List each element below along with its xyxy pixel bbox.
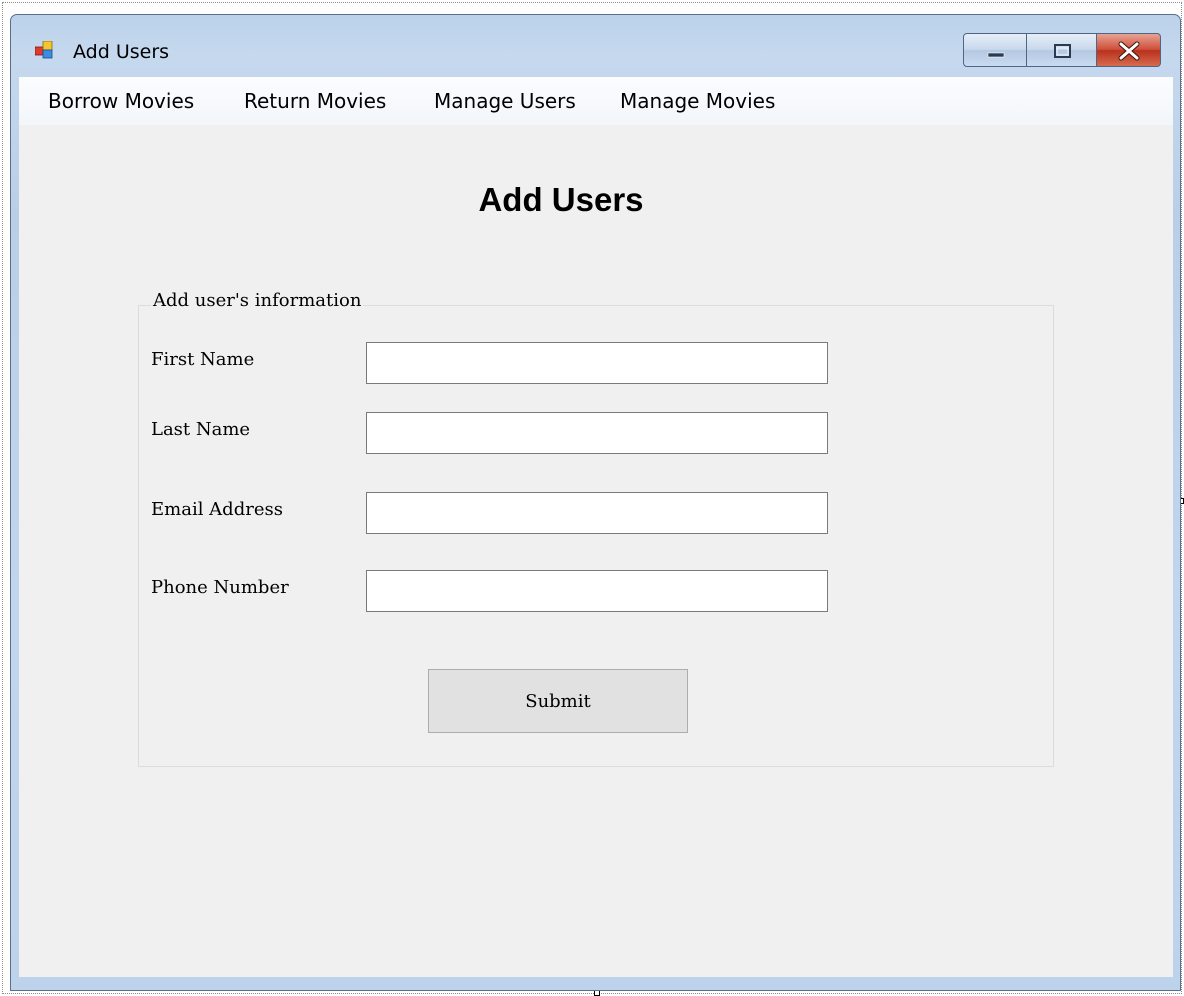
email-address-input[interactable]: [366, 492, 828, 534]
menu-borrow-movies[interactable]: Borrow Movies: [48, 89, 194, 113]
user-info-groupbox: Add user's information First Name Last N…: [138, 290, 1054, 767]
last-name-input[interactable]: [366, 412, 828, 454]
email-address-label: Email Address: [151, 499, 283, 520]
close-button[interactable]: [1097, 33, 1161, 67]
last-name-label: Last Name: [151, 419, 251, 440]
client-area: Borrow Movies Return Movies Manage Users…: [19, 77, 1173, 977]
submit-button[interactable]: Submit: [428, 669, 688, 733]
menu-manage-users[interactable]: Manage Users: [434, 89, 576, 113]
app-icon: [35, 41, 53, 59]
page-title: Add Users: [478, 181, 644, 218]
title-bar[interactable]: Add Users: [11, 15, 1180, 77]
first-name-label: First Name: [151, 349, 255, 370]
minimize-icon: [987, 52, 1005, 58]
window-title: Add Users: [73, 41, 170, 63]
close-icon: [1118, 41, 1140, 61]
maximize-button[interactable]: [1027, 33, 1097, 67]
minimize-button[interactable]: [963, 33, 1027, 67]
app-window: Add Users Borrow Movies Return Movies Ma…: [10, 14, 1181, 991]
first-name-input[interactable]: [366, 342, 828, 384]
maximize-icon: [1054, 44, 1071, 58]
groupbox-title: Add user's information: [151, 290, 364, 311]
phone-number-label: Phone Number: [151, 577, 289, 598]
menu-return-movies[interactable]: Return Movies: [244, 89, 386, 113]
menu-manage-movies[interactable]: Manage Movies: [620, 89, 775, 113]
phone-number-input[interactable]: [366, 570, 828, 612]
menu-bar: Borrow Movies Return Movies Manage Users…: [19, 77, 1173, 125]
